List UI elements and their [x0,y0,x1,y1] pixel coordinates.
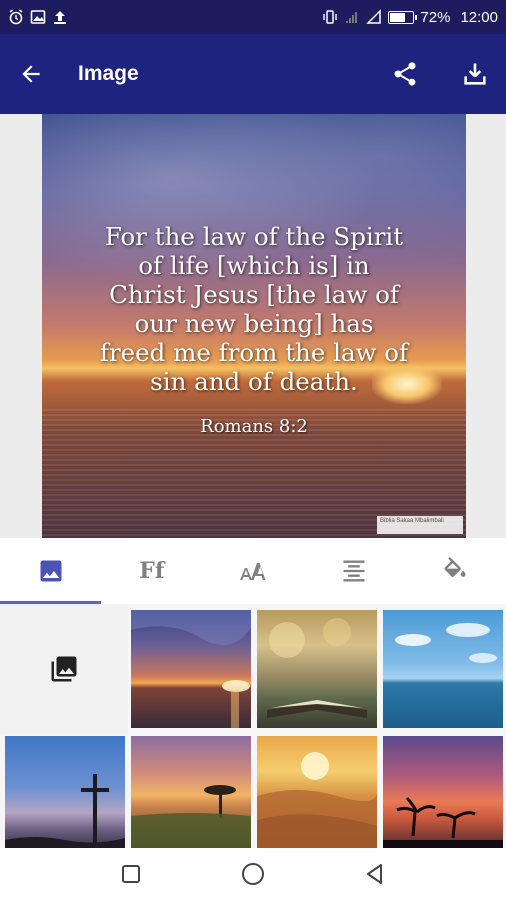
verse-line: of life [which is] in [138,251,370,280]
back-button[interactable] [14,57,48,91]
verse-text: For the law of the Spirit of life [which… [62,222,446,396]
watermark-text: Biblia Sakaa Mbalimbali [380,518,444,524]
page-title: Image [78,62,139,85]
recents-button[interactable] [114,857,148,891]
app-actions [388,57,492,91]
verse-line: For the law of the Spirit [104,222,404,251]
status-left [8,9,68,25]
palms-art [383,796,503,854]
circle-icon [242,863,264,885]
back-nav-button[interactable] [358,857,392,891]
square-icon [122,865,140,883]
screenshot-icon [30,9,46,25]
status-right: 72% 12:00 [322,9,498,26]
signal-icon [366,9,382,25]
tab-font[interactable]: Ff [101,538,202,604]
verse-line: freed me from the law of [99,338,409,367]
sunset-sea-art [131,610,251,728]
verse-line: our new being] has [134,309,374,338]
bible-art [267,618,367,718]
upload-icon [52,9,68,25]
background-thumbnail[interactable] [383,610,503,728]
download-button[interactable] [458,57,492,91]
background-thumbnail[interactable] [257,736,377,854]
tab-alignment[interactable] [304,538,405,604]
arrow-back-icon [22,65,40,83]
tab-color[interactable] [405,538,506,604]
alarm-icon [8,9,24,25]
text-size-icon [240,563,266,580]
app-bar: Image [0,34,506,114]
tab-text-size[interactable] [202,538,303,604]
status-bar: 72% 12:00 [0,0,506,34]
verse-image-preview: For the law of the Spirit of life [which… [42,114,466,538]
image-icon [40,560,62,582]
verse-reference: Romans 8:2 [200,416,308,437]
clock: 12:00 [460,8,498,26]
verse-line: sin and of death. [150,367,358,396]
paint-bucket-icon [444,557,466,577]
download-icon [464,63,486,85]
verse-line: Christ Jesus [the law of [109,280,399,309]
align-center-icon [343,560,365,582]
tab-image[interactable] [0,538,102,604]
sky-ocean-art [395,623,497,663]
acacia-art [131,785,251,854]
battery-icon [388,10,418,24]
add-photo-button[interactable] [0,604,128,734]
no-sim-signal-icon [344,9,360,25]
background-thumbnail[interactable] [383,736,503,854]
system-nav-bar [0,848,506,900]
dunes-art [257,752,377,854]
background-thumbnail[interactable] [131,736,251,854]
background-gallery [0,604,506,854]
watermark-logo: Biblia Sakaa Mbalimbali [377,516,463,534]
editor-tabs: Ff [0,538,506,604]
share-button[interactable] [388,57,422,91]
battery-percent: 72% [420,8,451,26]
vibrate-icon [322,9,338,25]
background-thumbnail[interactable] [131,610,251,728]
share-icon [394,62,416,86]
background-thumbnail[interactable] [5,736,125,854]
photo-library-icon [51,656,77,682]
font-tab-label: Ff [139,558,165,584]
background-thumbnail[interactable] [257,610,377,728]
battery-fill [390,12,406,22]
triangle-back-icon [367,864,382,884]
cross-art [5,774,125,854]
home-button[interactable] [236,857,270,891]
